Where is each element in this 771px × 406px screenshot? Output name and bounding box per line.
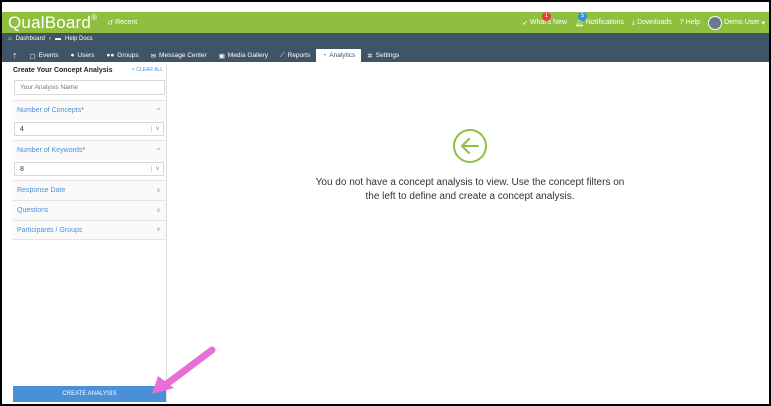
tab-media-gallery[interactable]: ▣ Media Gallery — [213, 49, 274, 62]
tab-message-center[interactable]: ✉ Message Center — [145, 49, 213, 62]
nav-back-button[interactable]: ⇡ — [6, 49, 23, 62]
concepts-select[interactable]: 4 v — [14, 122, 164, 136]
annotation-arrow-icon — [152, 346, 216, 394]
help-link[interactable]: ? Help — [680, 19, 700, 26]
user-menu[interactable]: Demo User ▾ — [708, 15, 765, 30]
notifications-badge: 5 — [577, 11, 587, 21]
calendar-icon: ▢ — [29, 52, 36, 60]
analysis-name-input[interactable] — [14, 80, 165, 95]
chevron-down-icon: v — [157, 207, 160, 214]
keywords-select[interactable]: 8 v — [14, 162, 164, 176]
main-nav: ⇡ ▢ Events ● Users ●● Groups ✉ Message Cente… — [6, 49, 405, 62]
question-icon: ? — [679, 19, 684, 26]
filter-response-date[interactable]: Response Date v — [12, 180, 166, 200]
downloads-link[interactable]: ⤓ Downloads — [632, 19, 672, 27]
envelope-icon: ✉ — [150, 52, 157, 60]
chevron-down-icon: v — [151, 166, 163, 172]
user-icon: ● — [70, 52, 75, 59]
empty-state-message: You do not have a concept analysis to vi… — [315, 177, 625, 202]
clear-all-button[interactable]: × CLEAR ALL — [132, 67, 163, 73]
filter-questions[interactable]: Questions v — [12, 200, 166, 220]
keywords-section-header[interactable]: Number of Keywords* ^ — [12, 140, 166, 160]
tab-groups[interactable]: ●● Groups — [100, 49, 144, 62]
whats-new-link[interactable]: ➶ What's New 1 — [521, 11, 567, 27]
group-icon: ●● — [106, 52, 115, 59]
chevron-down-icon: v — [157, 227, 160, 233]
recent-link[interactable]: ↺ Recent — [107, 19, 137, 27]
chevron-right-icon: › — [48, 36, 51, 42]
sidebar-header: Create Your Concept Analysis × CLEAR ALL — [12, 64, 166, 76]
tab-users[interactable]: ● Users — [64, 49, 100, 62]
nav-area: ⌂ Dashboard › ▬ Help Docs ⇡ ▢ Events ● Use… — [2, 33, 769, 62]
tab-analytics[interactable]: ◔ Analytics — [316, 49, 362, 62]
top-right-menu: ➶ What's New 1 🔔︎ Notifications 5 ⤓ Down… — [521, 11, 769, 30]
breadcrumb: ⌂ Dashboard › ▬ Help Docs — [8, 36, 93, 42]
tab-events[interactable]: ▢ Events — [23, 49, 64, 62]
home-icon: ⌂ — [8, 36, 12, 42]
breadcrumb-help-docs[interactable]: Help Docs — [65, 36, 93, 42]
chart-icon: ⟋ — [280, 51, 285, 59]
arrow-left-circle-icon — [453, 129, 487, 163]
folder-icon: ▬ — [54, 36, 61, 42]
history-icon: ↺ — [107, 19, 114, 27]
concept-analysis-sidebar: Create Your Concept Analysis × CLEAR ALL… — [12, 64, 167, 402]
download-icon: ⤓ — [632, 18, 636, 26]
app-logo[interactable]: QualBoard® — [2, 13, 97, 33]
avatar — [708, 15, 723, 30]
gallery-icon: ▣ — [218, 52, 225, 60]
megaphone-icon: ➶ — [521, 19, 528, 27]
gear-icon: ✲ — [367, 52, 373, 60]
chevron-up-icon: ^ — [157, 147, 160, 154]
concepts-section-header[interactable]: Number of Concepts* ^ — [12, 100, 166, 120]
filter-participants-groups[interactable]: Participants / Groups v — [12, 220, 166, 240]
create-analysis-button[interactable]: CREATE ANALYSIS — [13, 386, 166, 402]
tab-reports[interactable]: ⟋ Reports — [274, 49, 316, 62]
caret-down-icon: ▾ — [761, 19, 765, 27]
chevron-down-icon: v — [151, 126, 163, 132]
pie-icon: ◔ — [322, 52, 327, 59]
top-bar: QualBoard® ↺ Recent ➶ What's New 1 🔔︎ No… — [2, 11, 769, 33]
notifications-link[interactable]: 🔔︎ Notifications 5 — [575, 11, 624, 27]
chevron-up-icon: ^ — [157, 107, 160, 114]
chevron-down-icon: v — [157, 187, 160, 194]
whats-new-badge: 1 — [541, 11, 551, 21]
sidebar-title: Create Your Concept Analysis — [13, 66, 113, 74]
tab-settings[interactable]: ✲ Settings — [361, 49, 405, 62]
breadcrumb-dashboard[interactable]: Dashboard — [16, 36, 45, 42]
